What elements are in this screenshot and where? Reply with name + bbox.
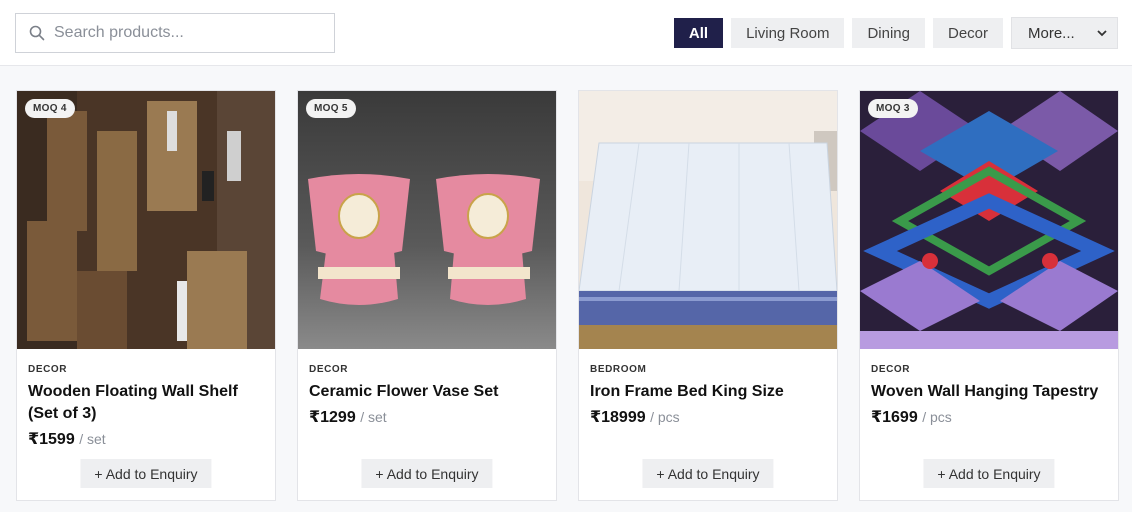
moq-badge: MOQ 3 [868,99,918,118]
product-card[interactable]: MOQ 3 DECOR Woven Wall Hanging Tapestry … [859,90,1119,501]
chevron-down-icon [1097,25,1107,42]
price-value: ₹1599 [28,431,75,448]
add-to-enquiry-button[interactable]: + Add to Enquiry [642,459,774,488]
product-card[interactable]: MOQ 5 DECOR Ceramic Flower Vase Set ₹129… [297,90,557,501]
product-category: BEDROOM [590,364,647,375]
product-category: DECOR [309,364,349,375]
product-image-bed[interactable] [579,91,837,349]
product-title[interactable]: Wooden Floating Wall Shelf (Set of 3) [28,381,264,425]
search-input[interactable] [54,24,314,42]
top-bar: All Living Room Dining Decor More... [0,0,1132,66]
more-select-label: More... [1028,24,1075,42]
product-image-vase-set[interactable]: MOQ 5 [298,91,556,349]
filter-chip-decor[interactable]: Decor [932,18,1003,48]
product-title[interactable]: Woven Wall Hanging Tapestry [871,381,1107,403]
add-to-enquiry-button[interactable]: + Add to Enquiry [80,459,212,488]
filter-chip-all[interactable]: All [673,18,724,48]
product-price: ₹1699 / pcs [871,407,1107,427]
product-price: ₹1599 / set [28,429,264,449]
search-icon [29,25,45,41]
product-image-wall-shelf[interactable]: MOQ 4 [17,91,275,349]
product-card[interactable]: MOQ 4 DECOR Wooden Floating Wall Shelf (… [16,90,276,501]
product-category: DECOR [28,364,68,375]
price-unit: / set [360,409,387,425]
more-categories-select[interactable]: More... [1011,17,1118,49]
moq-badge: MOQ 5 [306,99,356,118]
filter-chip-dining[interactable]: Dining [852,18,925,48]
product-category: DECOR [871,364,911,375]
product-grid: MOQ 4 DECOR Wooden Floating Wall Shelf (… [16,90,1119,501]
product-price: ₹18999 / pcs [590,407,826,427]
price-unit: / pcs [650,409,680,425]
price-value: ₹18999 [590,409,646,426]
price-unit: / pcs [922,409,952,425]
product-card[interactable]: BEDROOM Iron Frame Bed King Size ₹18999 … [578,90,838,501]
price-value: ₹1299 [309,409,356,426]
product-title[interactable]: Iron Frame Bed King Size [590,381,826,403]
add-to-enquiry-button[interactable]: + Add to Enquiry [923,459,1055,488]
price-value: ₹1699 [871,409,918,426]
product-title[interactable]: Ceramic Flower Vase Set [309,381,545,403]
product-price: ₹1299 / set [309,407,545,427]
price-unit: / set [79,431,106,447]
category-filters: All Living Room Dining Decor More... [673,17,1118,49]
product-image-tapestry[interactable]: MOQ 3 [860,91,1118,349]
filter-chip-living-room[interactable]: Living Room [731,18,845,48]
moq-badge: MOQ 4 [25,99,75,118]
add-to-enquiry-button[interactable]: + Add to Enquiry [361,459,493,488]
search-box[interactable] [15,13,335,53]
